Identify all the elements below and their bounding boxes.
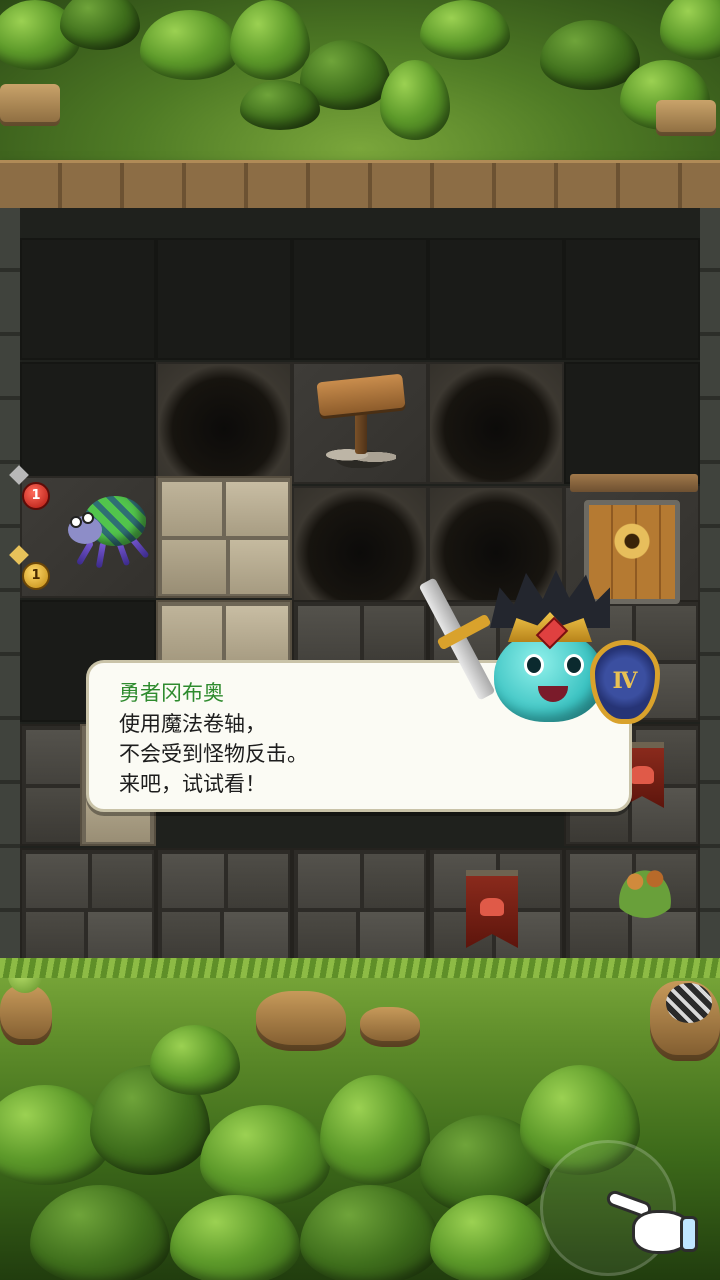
rock: [0, 84, 60, 126]
leaf: [540, 20, 640, 90]
tile-unexplored[interactable]: [20, 362, 156, 484]
enemy-attack-value: 1: [31, 488, 41, 503]
spider-leg: [75, 540, 95, 566]
rock: [256, 991, 346, 1051]
tile-pit[interactable]: [428, 362, 564, 484]
grass-edge: [0, 958, 720, 978]
left-wall: [0, 208, 20, 978]
mushroom-shrub: [612, 862, 678, 918]
hero-gumball: Ⅳ: [418, 568, 670, 738]
hand-cuff: [680, 1216, 698, 1252]
tile-dark-stone[interactable]: [292, 848, 428, 970]
tile-dark-stone[interactable]: [156, 848, 292, 970]
keyhole-icon: [614, 522, 650, 570]
spider-enemy[interactable]: [62, 494, 150, 570]
door-lintel: [570, 474, 698, 492]
tile-unexplored[interactable]: [428, 238, 564, 360]
beast-emblem-icon: [630, 766, 654, 784]
leaf: [420, 0, 510, 60]
leaf: [200, 1105, 330, 1205]
hero-eye: [564, 654, 584, 676]
enemy-attack-badge: 1: [22, 482, 50, 510]
speaker-name: 勇者冈布奥: [119, 681, 224, 705]
jungle-top-foliage: [0, 0, 720, 165]
tile-unexplored[interactable]: [20, 238, 156, 360]
leaf: [60, 0, 140, 50]
tile-stone-block[interactable]: [156, 476, 292, 598]
rock: [0, 985, 52, 1045]
leaf: [170, 1195, 300, 1280]
leaf: [150, 1025, 240, 1095]
leaf: [320, 1075, 430, 1185]
tile-pit[interactable]: [156, 362, 292, 484]
tile-pit[interactable]: [292, 486, 428, 608]
leaf: [140, 10, 240, 80]
enemy-reward-badge: 1: [22, 562, 50, 590]
enemy-reward-value: 1: [31, 568, 41, 583]
leaf: [30, 1185, 170, 1280]
tile-unexplored[interactable]: [292, 238, 428, 360]
leaf: [660, 0, 720, 60]
spider-leg: [95, 541, 107, 569]
spider-eye: [70, 516, 82, 528]
tile-unexplored[interactable]: [156, 238, 292, 360]
rock: [656, 100, 716, 136]
leaf: [300, 1185, 440, 1280]
shield-icon: Ⅳ: [590, 640, 660, 724]
dialog-line: 来吧，试试看！: [119, 772, 266, 796]
tile-dark-stone[interactable]: [20, 848, 156, 970]
game-screen: 1 1 勇者冈布奥 使用魔法卷轴， 不会受到怪物反击。 来吧，试试看！ Ⅳ: [0, 0, 720, 1280]
beast-emblem-icon: [480, 898, 504, 916]
shield-emblem: Ⅳ: [612, 668, 638, 694]
leaf: [380, 60, 450, 140]
tile-unexplored[interactable]: [564, 362, 700, 484]
right-wall: [700, 208, 720, 978]
rock: [360, 1007, 420, 1047]
leaf: [230, 0, 310, 80]
tile-unexplored[interactable]: [564, 238, 700, 360]
beetle-critter: [666, 983, 712, 1023]
hero-eye: [524, 654, 544, 676]
dialog-line: 不会受到怪物反击。: [119, 742, 308, 766]
tutorial-hand-icon: [604, 1188, 698, 1258]
spider-eye: [82, 512, 94, 524]
